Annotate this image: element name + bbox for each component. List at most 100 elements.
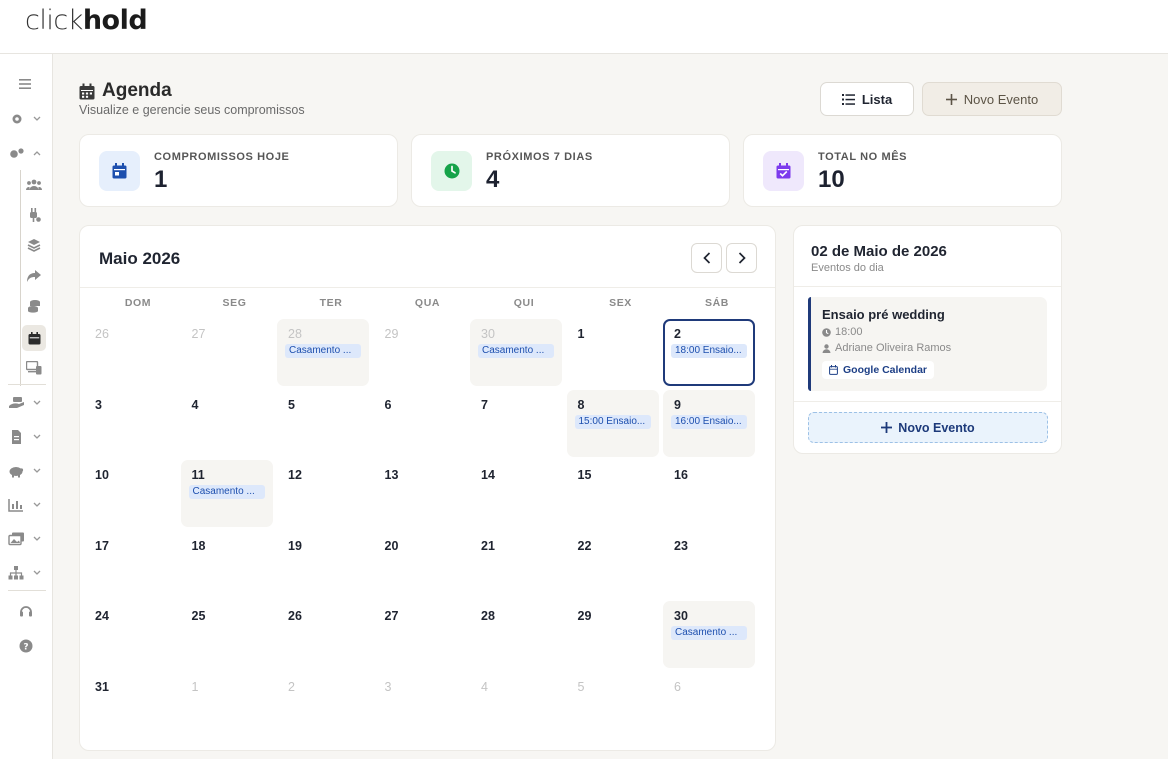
- day-number: 5: [288, 397, 295, 412]
- calendar-day[interactable]: 8 15:00 Ensaio...: [566, 389, 659, 457]
- list-icon: [841, 93, 855, 105]
- calendar-day[interactable]: 30 Casamento ...: [663, 601, 755, 668]
- day-number: 24: [95, 609, 109, 623]
- sidebar-item-config-group[interactable]: [6, 140, 44, 166]
- calendar-day[interactable]: 7: [470, 390, 562, 457]
- sidebar-item-gallery[interactable]: [6, 526, 44, 552]
- day-number: 1: [577, 327, 585, 341]
- calendar-day[interactable]: 4: [181, 390, 273, 457]
- file-icon: [12, 430, 41, 444]
- calendar-day[interactable]: 27: [374, 601, 466, 668]
- calendar-day[interactable]: 29: [374, 319, 466, 386]
- calendar-day[interactable]: 23: [663, 531, 755, 598]
- day-number: 14: [481, 468, 495, 482]
- stat-card-next-7-days: PRÓXIMOS 7 DIAS 4: [411, 134, 730, 207]
- selected-date-title: 02 de Maio de 2026: [811, 243, 947, 260]
- menu-toggle-icon[interactable]: [14, 71, 36, 97]
- calendar-day[interactable]: 13: [374, 460, 466, 527]
- calendar-day[interactable]: 1: [567, 319, 659, 386]
- users-icon: [26, 179, 42, 190]
- calendar-day[interactable]: 14: [470, 460, 562, 527]
- headset-icon: [20, 606, 32, 617]
- sidebar-item-integrations[interactable]: [22, 202, 46, 228]
- calendar-day[interactable]: 3: [374, 672, 466, 739]
- sidebar-item-payments[interactable]: [6, 390, 44, 416]
- calendar-day[interactable]: 15: [567, 460, 659, 527]
- sidebar-item-organization[interactable]: [6, 560, 44, 586]
- day-number: 13: [384, 468, 399, 482]
- calendar-day[interactable]: 3: [84, 390, 176, 457]
- event-chip[interactable]: Casamento ...: [671, 626, 747, 640]
- next-month-button[interactable]: [726, 243, 757, 273]
- sidebar-item-documents[interactable]: [6, 424, 44, 450]
- calendar-day[interactable]: 27: [181, 319, 273, 386]
- clock-icon: [822, 327, 831, 337]
- sidebar-item-support[interactable]: [14, 598, 38, 624]
- event-chip[interactable]: 15:00 Ensaio...: [574, 414, 651, 429]
- sidebar-item-help[interactable]: ?: [14, 633, 38, 659]
- event-chip[interactable]: Casamento ...: [285, 344, 361, 358]
- previous-month-button[interactable]: [691, 243, 722, 273]
- app-logo[interactable]: clickhold: [25, 5, 148, 36]
- event-client-row: Adriane Oliveira Ramos: [822, 342, 951, 354]
- sidebar-item-savings[interactable]: [6, 458, 44, 484]
- calendar-day[interactable]: 29: [567, 601, 659, 668]
- day-number: 12: [288, 468, 302, 482]
- sidebar-item-agenda[interactable]: [22, 325, 46, 351]
- calendar-day[interactable]: 19: [277, 531, 369, 598]
- calendar-day[interactable]: 17: [84, 531, 176, 598]
- calendar-day[interactable]: 12: [277, 460, 369, 527]
- calendar-day[interactable]: 18: [181, 531, 273, 598]
- calendar-day[interactable]: 16: [663, 460, 755, 527]
- logo-bold-text: hold: [82, 5, 148, 36]
- calendar-day[interactable]: 4: [470, 672, 562, 739]
- calendar-day[interactable]: 20: [374, 531, 466, 598]
- layers-icon: [27, 239, 41, 252]
- calendar-day[interactable]: 9 16:00 Ensaio...: [663, 389, 755, 457]
- event-chip[interactable]: 18:00 Ensaio...: [671, 344, 747, 358]
- sidebar-item-clients[interactable]: [22, 172, 46, 198]
- sidebar-item-finance[interactable]: [22, 293, 46, 319]
- add-event-button[interactable]: Novo Evento: [808, 412, 1048, 443]
- calendar-day[interactable]: 1: [181, 672, 273, 739]
- calendar-day-selected[interactable]: 2 18:00 Ensaio...: [663, 319, 755, 386]
- calendar-day[interactable]: 28: [470, 601, 562, 668]
- calendar-day[interactable]: 21: [470, 531, 562, 598]
- sidebar-item-reports[interactable]: [6, 492, 44, 518]
- sidebar-item-share[interactable]: [22, 263, 46, 289]
- calendar-day[interactable]: 5: [567, 672, 659, 739]
- calendar-day[interactable]: 26: [277, 601, 369, 668]
- calendar-day[interactable]: 11 Casamento ...: [180, 460, 273, 527]
- calendar-month-title: Maio 2026: [99, 249, 181, 268]
- calendar-day[interactable]: 10: [84, 460, 176, 527]
- day-number: 19: [288, 538, 302, 553]
- sidebar-item-settings[interactable]: [6, 106, 44, 132]
- calendar-day[interactable]: 26: [84, 319, 176, 386]
- event-item[interactable]: Ensaio pré wedding 18:00 Adriane Oliveir…: [808, 297, 1047, 391]
- calendar-day[interactable]: 25: [181, 601, 273, 668]
- day-number: 30: [481, 327, 495, 341]
- calendar-day[interactable]: 30 Casamento ...: [470, 319, 562, 386]
- list-view-button[interactable]: Lista: [820, 82, 914, 116]
- sidebar-item-devices[interactable]: [22, 355, 46, 381]
- calendar-day[interactable]: 2: [277, 672, 369, 739]
- calendar-day[interactable]: 31: [84, 672, 176, 739]
- selected-date-subtitle: Eventos do dia: [811, 262, 884, 274]
- panel-divider: [794, 286, 1061, 287]
- google-calendar-badge: Google Calendar: [822, 361, 935, 379]
- event-chip[interactable]: Casamento ...: [188, 485, 265, 499]
- calendar-day[interactable]: 5: [277, 390, 369, 457]
- calendar-day[interactable]: 6: [374, 390, 466, 457]
- day-number: 18: [191, 538, 206, 553]
- calendar-day[interactable]: 28 Casamento ...: [277, 319, 369, 386]
- event-chip[interactable]: 16:00 Ensaio...: [671, 414, 747, 429]
- calendar-day[interactable]: 24: [84, 601, 176, 668]
- calendar-day[interactable]: 6: [663, 672, 755, 739]
- day-number: 29: [384, 327, 399, 341]
- calendar-day[interactable]: 22: [567, 531, 659, 598]
- sidebar-item-layers[interactable]: [22, 232, 46, 258]
- new-event-button[interactable]: Novo Evento: [922, 82, 1062, 116]
- event-chip[interactable]: Casamento ...: [478, 344, 554, 358]
- sidebar-submenu-line: [20, 170, 21, 386]
- day-number: 7: [481, 397, 488, 412]
